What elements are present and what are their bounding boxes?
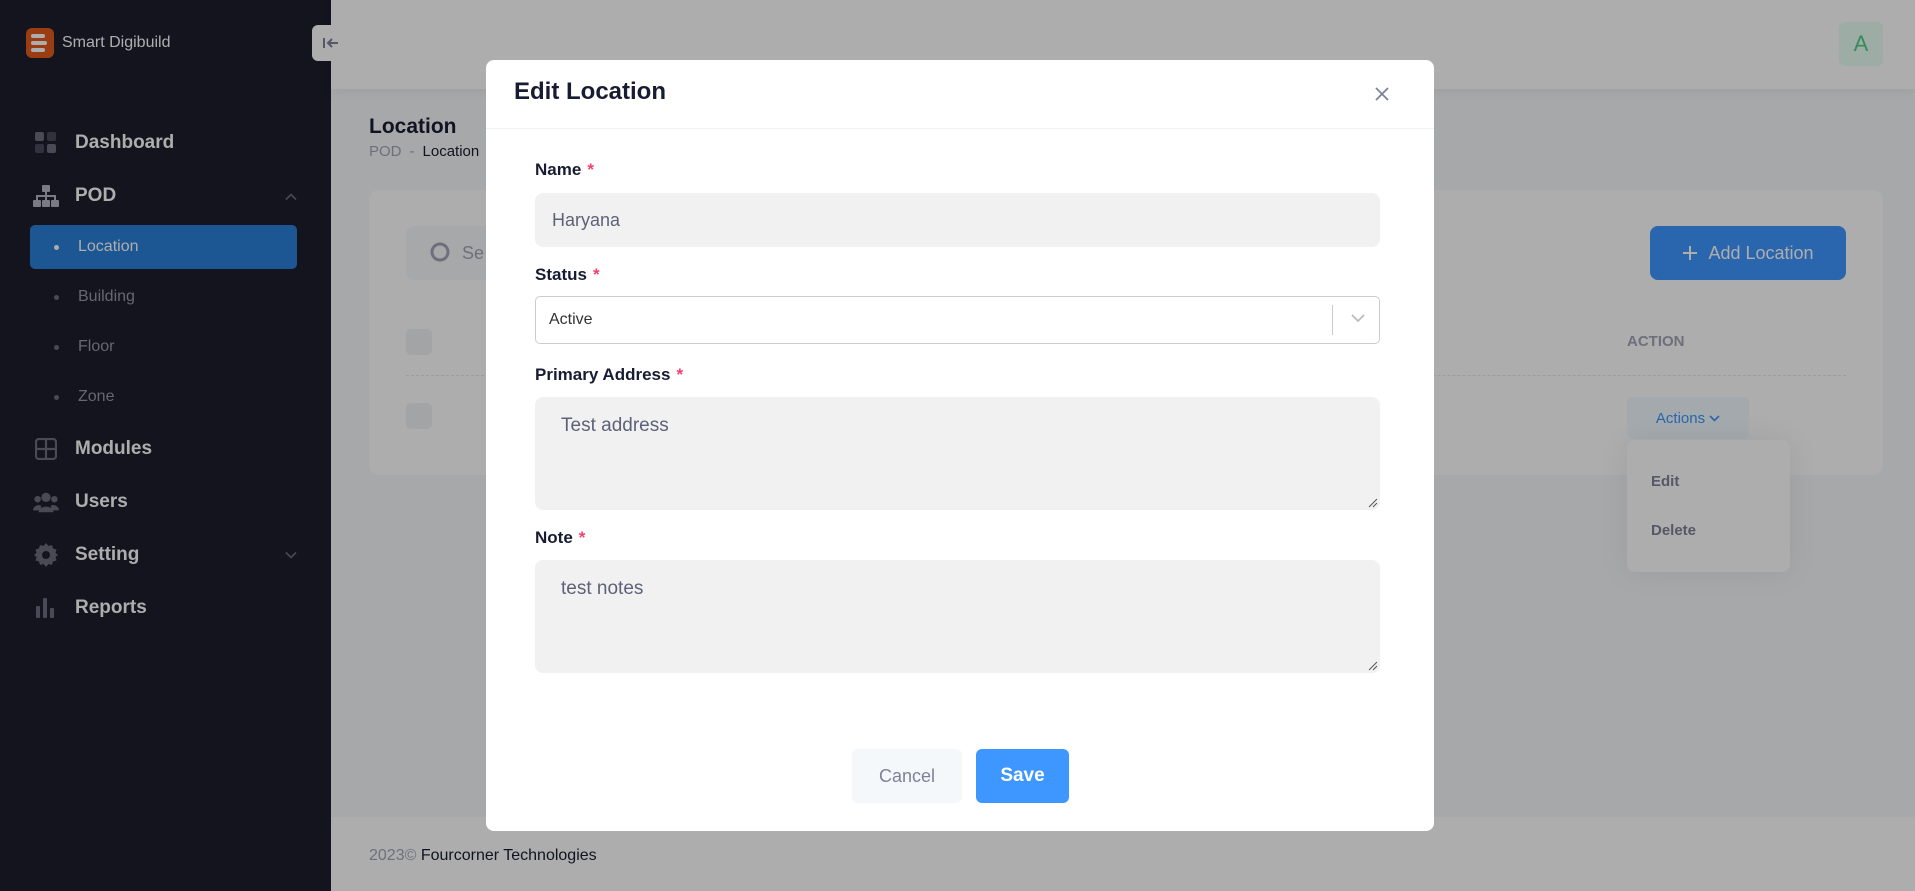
resize-handle-icon[interactable] — [1368, 661, 1378, 671]
close-icon — [1375, 87, 1389, 101]
primary-address-value: Test address — [561, 415, 669, 436]
save-button[interactable]: Save — [976, 749, 1069, 803]
note-label: Note * — [535, 528, 1380, 548]
note-value: test notes — [561, 578, 644, 599]
name-label: Name * — [535, 160, 1380, 180]
modal-title: Edit Location — [514, 78, 666, 105]
primary-address-label: Primary Address * — [535, 365, 1380, 385]
field-label-text: Note — [535, 528, 573, 547]
field-label-text: Name — [535, 160, 582, 179]
cancel-button[interactable]: Cancel — [852, 749, 962, 803]
field-label-text: Status — [535, 265, 587, 284]
edit-location-modal: Edit Location Name * Haryana Status * Ac… — [486, 60, 1434, 831]
primary-address-field[interactable]: Test address — [535, 397, 1380, 510]
field-label-text: Primary Address — [535, 365, 671, 384]
chevron-down-icon — [1351, 310, 1365, 327]
edit-location-form: Name * Haryana Status * Active Primary A… — [535, 160, 1380, 673]
required-mark: * — [578, 528, 586, 547]
status-select[interactable]: Active — [535, 296, 1380, 344]
close-button[interactable] — [1370, 82, 1394, 106]
modal-actions: Cancel Save — [852, 749, 1069, 803]
name-field[interactable]: Haryana — [535, 193, 1380, 247]
status-selected-value: Active — [549, 311, 593, 328]
required-mark: * — [592, 265, 600, 284]
required-mark: * — [587, 160, 594, 179]
status-label: Status * — [535, 265, 1380, 285]
note-field[interactable]: test notes — [535, 560, 1380, 673]
modal-header: Edit Location — [486, 60, 1434, 129]
resize-handle-icon[interactable] — [1368, 498, 1378, 508]
select-separator — [1332, 305, 1333, 335]
required-mark: * — [676, 365, 684, 384]
